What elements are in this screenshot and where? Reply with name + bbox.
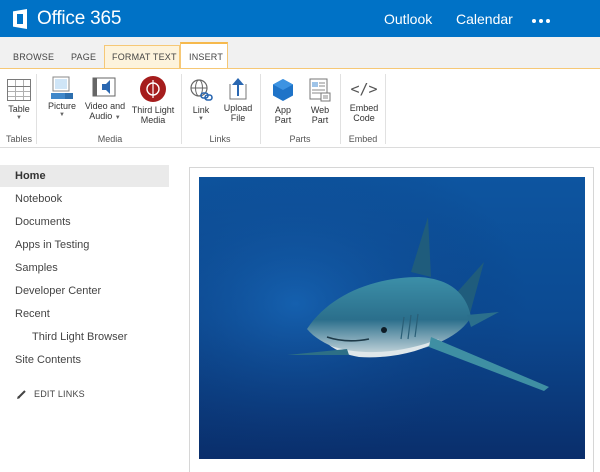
edit-links-label: EDIT LINKS xyxy=(34,389,85,399)
embed-code-icon: </> xyxy=(350,80,378,98)
link-label: Link xyxy=(192,105,210,115)
dropdown-caret-icon: ▼ xyxy=(114,115,121,121)
brand-name: Office 365 xyxy=(37,8,122,29)
group-label-embed: Embed xyxy=(348,134,378,144)
tab-browse[interactable]: BROWSE xyxy=(13,52,54,62)
upload-label-line1: Upload xyxy=(223,103,253,113)
sidebar-item-home[interactable]: Home xyxy=(15,170,46,182)
pencil-icon xyxy=(17,389,27,399)
app-part-icon xyxy=(271,78,295,102)
web-part-button[interactable]: Web Part xyxy=(306,78,334,125)
embed-label-line1: Embed xyxy=(349,103,379,113)
suite-bar: Office 365 Outlook Calendar xyxy=(0,0,600,37)
picture-label: Picture xyxy=(47,101,76,111)
upload-file-button[interactable]: Upload File xyxy=(222,76,254,123)
app-part-label-line2: Part xyxy=(274,115,292,125)
video-audio-button[interactable]: Video and Audio ▼ xyxy=(82,76,128,123)
group-label-tables: Tables xyxy=(5,134,32,144)
dropdown-caret-icon: ▼ xyxy=(59,112,65,118)
third-light-media-button[interactable]: Third Light Media xyxy=(130,76,176,125)
table-icon xyxy=(7,79,31,101)
sidebar-item-developer-center[interactable]: Developer Center xyxy=(15,285,101,297)
dropdown-caret-icon: ▼ xyxy=(16,115,22,121)
sidebar-item-documents[interactable]: Documents xyxy=(15,216,71,228)
table-label: Table xyxy=(8,104,30,114)
third-light-label-line1: Third Light xyxy=(131,105,175,115)
picture-button[interactable]: Picture ▼ xyxy=(44,76,80,119)
group-label-media: Media xyxy=(97,134,123,144)
edit-links-button[interactable]: EDIT LINKS xyxy=(17,389,85,399)
video-label-line2: Audio xyxy=(89,111,113,121)
video-audio-icon xyxy=(92,76,118,98)
video-label-line1: Video and xyxy=(84,101,126,111)
sidebar-item-apps-in-testing[interactable]: Apps in Testing xyxy=(15,239,89,251)
picture-icon xyxy=(50,76,74,99)
table-button[interactable]: Table ▼ xyxy=(5,79,33,122)
third-light-label-line2: Media xyxy=(140,115,166,125)
more-options-icon[interactable] xyxy=(532,19,550,23)
group-label-parts: Parts xyxy=(289,134,311,144)
web-part-label-line1: Web xyxy=(310,105,330,115)
embed-label-line2: Code xyxy=(353,113,375,123)
group-separator xyxy=(385,74,386,144)
sidebar-item-site-contents[interactable]: Site Contents xyxy=(15,354,81,366)
sidebar-item-notebook[interactable]: Notebook xyxy=(15,193,62,205)
group-separator xyxy=(181,74,182,144)
office-icon xyxy=(9,8,31,30)
group-separator xyxy=(36,74,37,144)
nav-outlook[interactable]: Outlook xyxy=(384,11,432,27)
globe-link-icon xyxy=(189,78,213,102)
nav-calendar[interactable]: Calendar xyxy=(456,11,513,27)
sidebar-item-recent[interactable]: Recent xyxy=(15,308,50,320)
tab-format-text[interactable]: FORMAT TEXT xyxy=(112,52,177,62)
embed-code-button[interactable]: </> Embed Code xyxy=(345,78,383,123)
office365-logo[interactable]: Office 365 xyxy=(9,7,121,31)
shark-photo[interactable] xyxy=(199,177,585,459)
sidebar-item-third-light-browser[interactable]: Third Light Browser xyxy=(32,331,127,343)
upload-label-line2: File xyxy=(230,113,246,123)
dropdown-caret-icon: ▼ xyxy=(198,116,204,122)
third-light-icon xyxy=(140,76,166,102)
upload-icon xyxy=(227,76,249,100)
web-part-label-line2: Part xyxy=(311,115,329,125)
sidebar-item-samples[interactable]: Samples xyxy=(15,262,58,274)
app-part-label-line1: App xyxy=(274,105,291,115)
group-separator xyxy=(260,74,261,144)
web-part-icon xyxy=(308,78,332,102)
tab-insert[interactable]: INSERT xyxy=(189,52,223,62)
tab-page[interactable]: PAGE xyxy=(71,52,96,62)
group-separator xyxy=(340,74,341,144)
group-label-links: Links xyxy=(209,134,231,144)
app-part-button[interactable]: App Part xyxy=(269,78,297,125)
link-button[interactable]: Link ▼ xyxy=(187,78,215,123)
